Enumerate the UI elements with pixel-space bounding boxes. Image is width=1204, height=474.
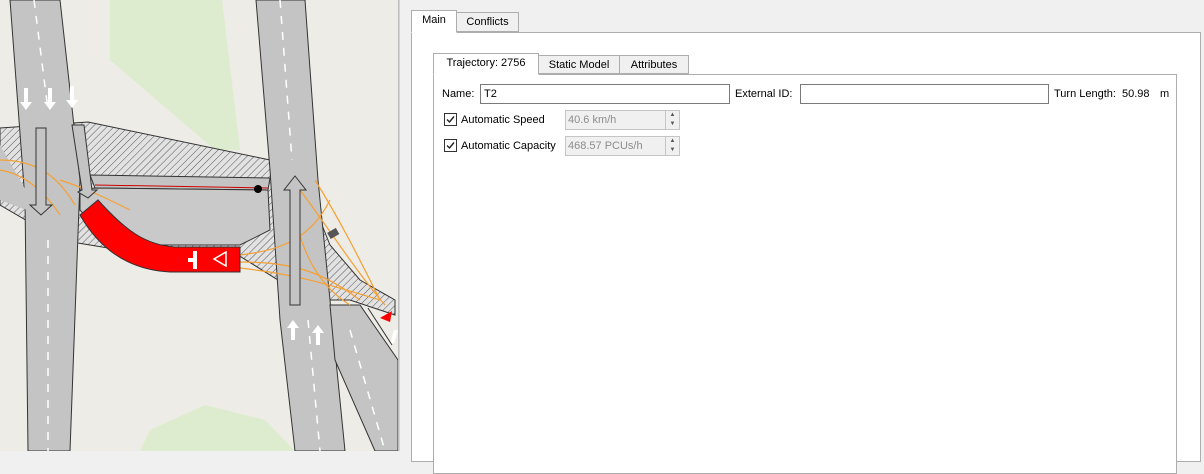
road-left-vertical [9,0,81,451]
park-area-top [110,0,240,150]
tab-attributes[interactable]: Attributes [620,55,689,74]
spin-up-icon: ▲ [669,138,676,144]
park-area-bottom [140,405,295,451]
trajectory-tab-pane: Name: T2 External ID: Turn Length: 50.98… [433,74,1177,474]
tab-trajectory[interactable]: Trajectory: 2756 [433,53,539,75]
spin-down-icon: ▼ [669,147,676,153]
spin-arrows-icon: ▲ ▼ [665,111,679,129]
editor-panel: Main Conflicts Trajectory: 2756 Static M… [400,0,1204,474]
tab-conflicts[interactable]: Conflicts [457,12,519,32]
speed-value: 40.6 km/h [568,114,617,126]
road-network-canvas[interactable] [0,0,398,451]
main-tab-pane: Trajectory: 2756 Static Model Attributes… [411,32,1201,474]
tab-static-model[interactable]: Static Model [539,55,620,74]
capacity-spinbox: 468.57 PCUs/h ▲ ▼ [565,136,680,156]
check-icon [446,116,455,124]
turn-length-value: 50.98 [1122,88,1150,100]
name-label: Name: [442,88,475,100]
speed-spinbox: 40.6 km/h ▲ ▼ [565,110,680,130]
automatic-speed-checkbox[interactable] [444,113,457,126]
node-marker [254,185,262,193]
capacity-value: 468.57 PCUs/h [568,140,643,152]
spin-up-icon: ▲ [669,112,676,118]
tab-main[interactable]: Main [411,10,457,33]
name-input[interactable]: T2 [480,84,730,104]
map-view[interactable] [0,0,398,451]
automatic-capacity-label: Automatic Capacity [461,140,556,152]
automatic-capacity-checkbox[interactable] [444,139,457,152]
turn-length-label: Turn Length: [1054,88,1116,100]
turn-length-unit: m [1160,88,1170,100]
signal-marker [380,311,392,322]
spin-down-icon: ▼ [669,121,676,127]
external-id-label: External ID: [735,88,793,100]
check-icon [446,142,455,150]
external-id-input[interactable] [800,84,1049,104]
automatic-speed-label: Automatic Speed [461,114,545,126]
spin-arrows-icon: ▲ ▼ [665,137,679,155]
